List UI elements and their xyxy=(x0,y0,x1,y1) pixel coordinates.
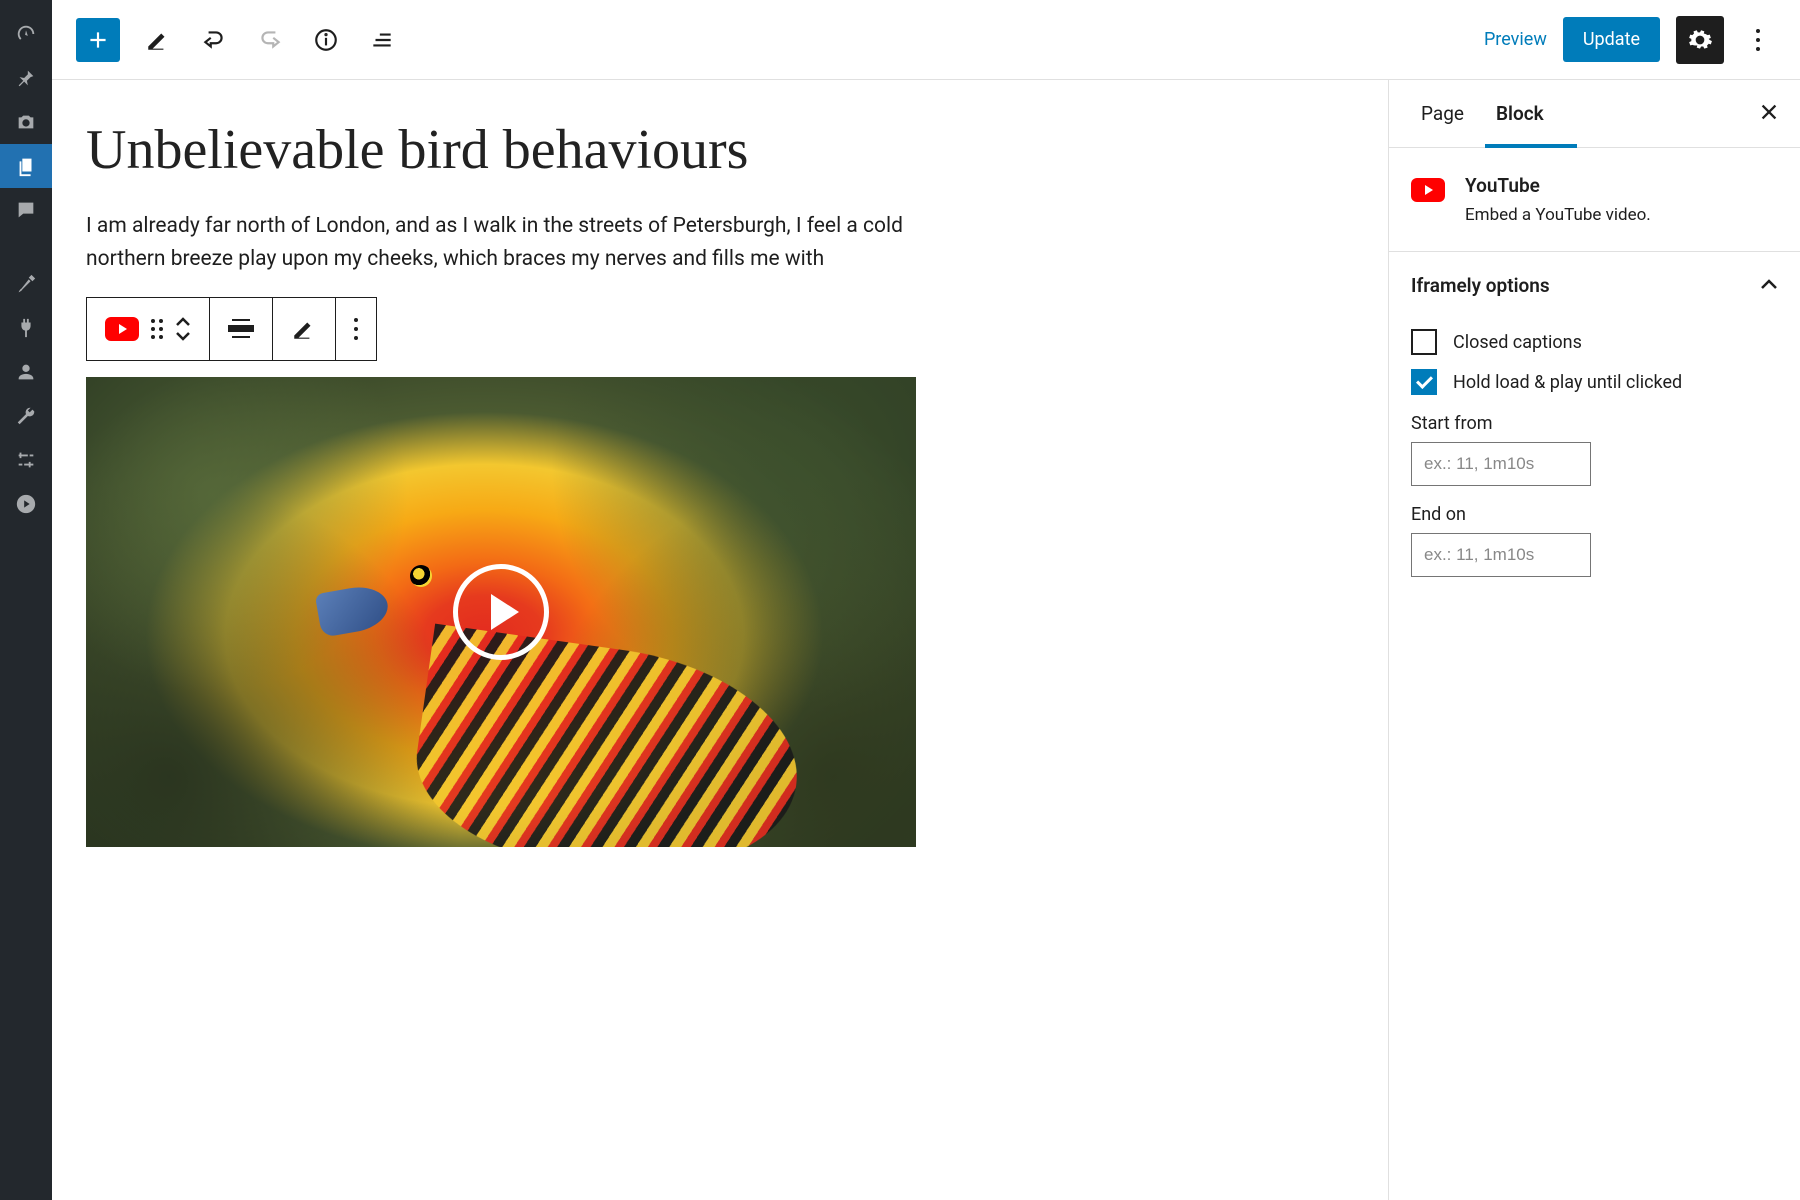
iframely-section-toggle[interactable]: Iframely options xyxy=(1389,252,1800,307)
gauge-icon xyxy=(15,23,37,45)
checkbox-label: Closed captions xyxy=(1453,332,1582,353)
rail-plugins[interactable] xyxy=(0,306,52,350)
block-description: Embed a YouTube video. xyxy=(1465,205,1651,225)
rail-appearance[interactable] xyxy=(0,262,52,306)
field-label: Start from xyxy=(1411,413,1778,434)
edit-mode-button[interactable] xyxy=(140,22,176,58)
closed-captions-checkbox[interactable]: Closed captions xyxy=(1411,329,1778,355)
post-paragraph[interactable]: I am already far north of London, and as… xyxy=(86,210,916,277)
redo-button xyxy=(252,22,288,58)
rail-tools[interactable] xyxy=(0,394,52,438)
wrench-icon xyxy=(15,405,37,427)
chevron-up-icon xyxy=(1760,279,1778,291)
rail-media[interactable] xyxy=(0,100,52,144)
info-button[interactable] xyxy=(308,22,344,58)
block-info: YouTube Embed a YouTube video. xyxy=(1389,148,1800,252)
tab-block[interactable]: Block xyxy=(1484,80,1556,147)
gear-icon xyxy=(1687,27,1713,53)
plug-icon xyxy=(15,317,37,339)
chevron-up-icon xyxy=(175,317,191,327)
comment-icon xyxy=(15,199,37,221)
rail-collapse[interactable] xyxy=(0,482,52,526)
camera-icon xyxy=(15,111,37,133)
brush-icon xyxy=(15,273,37,295)
redo-icon xyxy=(257,27,283,53)
rail-settings[interactable] xyxy=(0,438,52,482)
block-type-button[interactable] xyxy=(87,298,210,360)
undo-button[interactable] xyxy=(196,22,232,58)
user-icon xyxy=(15,361,37,383)
start-from-field: Start from xyxy=(1411,413,1778,486)
end-on-field: End on xyxy=(1411,504,1778,577)
section-title: Iframely options xyxy=(1411,274,1550,297)
update-button[interactable]: Update xyxy=(1563,17,1660,62)
pin-icon xyxy=(15,67,37,89)
editor-canvas[interactable]: Unbelievable bird behaviours I am alread… xyxy=(52,80,1388,1200)
close-icon xyxy=(1758,101,1780,123)
list-icon xyxy=(369,27,395,53)
sidebar-close-button[interactable] xyxy=(1758,101,1780,127)
youtube-icon xyxy=(105,317,139,341)
play-button[interactable] xyxy=(453,564,549,660)
rail-comments[interactable] xyxy=(0,188,52,232)
kebab-icon xyxy=(354,318,358,340)
checkbox-icon xyxy=(1411,329,1437,355)
settings-toggle-button[interactable] xyxy=(1676,16,1724,64)
pages-icon xyxy=(15,155,37,177)
info-icon xyxy=(313,27,339,53)
kebab-icon xyxy=(1756,29,1760,51)
block-name: YouTube xyxy=(1465,174,1651,197)
youtube-icon xyxy=(1411,178,1445,202)
pencil-icon xyxy=(145,27,171,53)
preview-link[interactable]: Preview xyxy=(1484,29,1547,50)
post-title[interactable]: Unbelievable bird behaviours xyxy=(86,120,1388,182)
youtube-embed[interactable] xyxy=(86,377,916,847)
block-edit-button[interactable] xyxy=(273,298,336,360)
add-block-button[interactable] xyxy=(76,18,120,62)
align-icon xyxy=(228,319,254,338)
block-more-button[interactable] xyxy=(336,298,376,360)
end-on-input[interactable] xyxy=(1411,533,1591,577)
field-label: End on xyxy=(1411,504,1778,525)
undo-icon xyxy=(201,27,227,53)
rail-pages[interactable] xyxy=(0,144,52,188)
admin-rail xyxy=(0,0,52,1200)
sidebar-tabs: Page Block xyxy=(1389,80,1800,148)
hold-load-checkbox[interactable]: Hold load & play until clicked xyxy=(1411,369,1778,395)
block-align-button[interactable] xyxy=(210,298,273,360)
start-from-input[interactable] xyxy=(1411,442,1591,486)
chevron-down-icon xyxy=(175,331,191,341)
more-menu-button[interactable] xyxy=(1740,16,1776,64)
pencil-icon xyxy=(291,316,317,342)
rail-users[interactable] xyxy=(0,350,52,394)
tab-page[interactable]: Page xyxy=(1409,80,1476,147)
block-toolbar xyxy=(86,297,377,361)
rail-pin[interactable] xyxy=(0,56,52,100)
checkbox-label: Hold load & play until clicked xyxy=(1453,372,1682,393)
plus-icon xyxy=(85,27,111,53)
mover-buttons[interactable] xyxy=(175,317,191,341)
outline-button[interactable] xyxy=(364,22,400,58)
settings-sidebar: Page Block YouTube Embed a YouTube video… xyxy=(1388,80,1800,1200)
drag-handle-icon[interactable] xyxy=(151,319,163,339)
editor-toolbar: Preview Update xyxy=(52,0,1800,80)
checkbox-checked-icon xyxy=(1411,369,1437,395)
sliders-icon xyxy=(15,449,37,471)
circle-play-icon xyxy=(15,493,37,515)
rail-dashboard[interactable] xyxy=(0,12,52,56)
